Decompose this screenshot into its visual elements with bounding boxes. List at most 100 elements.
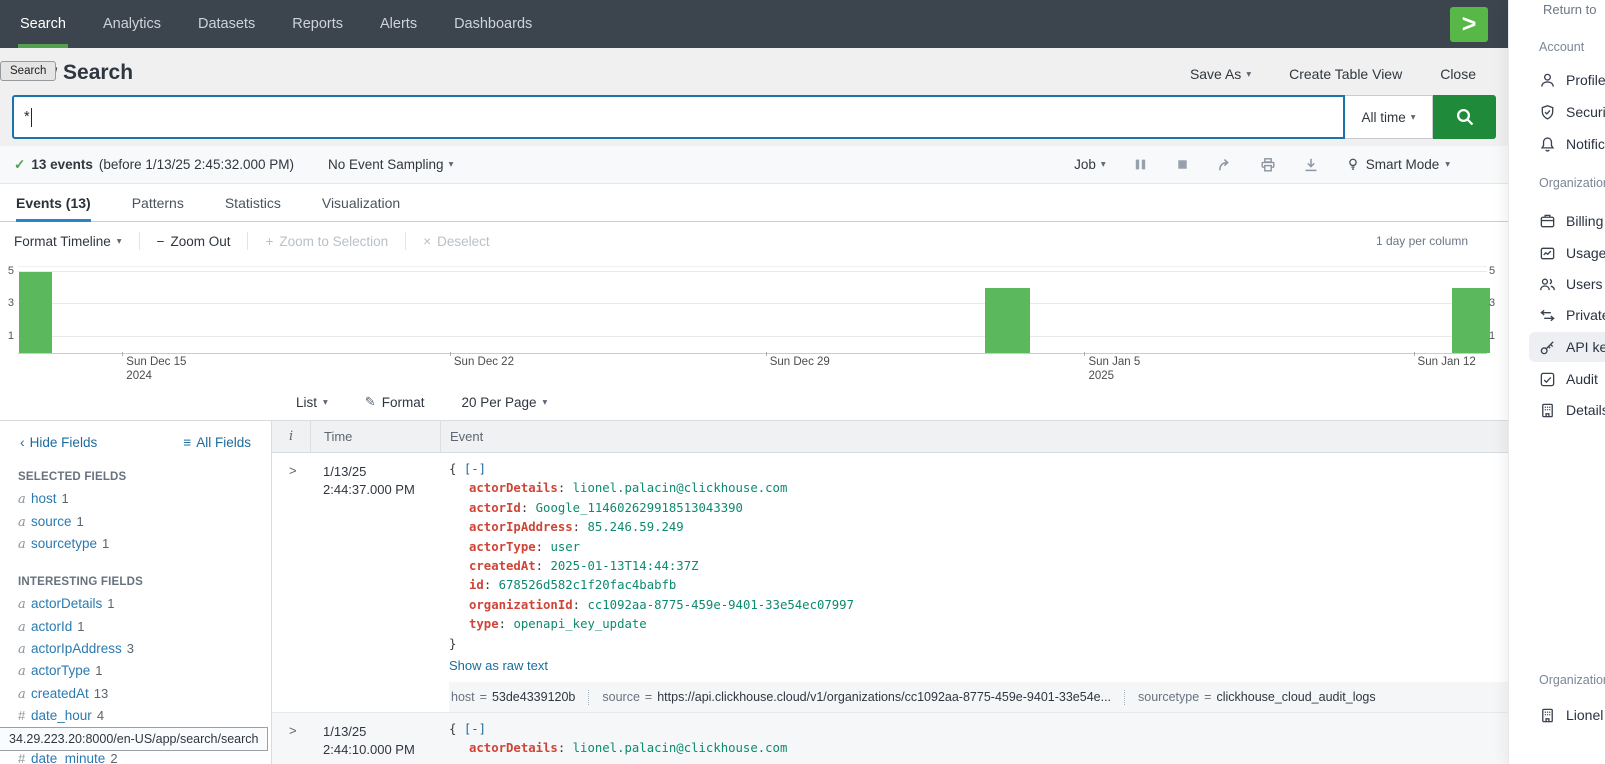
per-page-dropdown[interactable]: 20 Per Page▾ <box>461 395 547 410</box>
zoom-out-button[interactable]: −Zoom Out <box>140 234 248 249</box>
gridline <box>18 336 1487 337</box>
event-sampling-dropdown[interactable]: No Event Sampling▾ <box>328 157 453 172</box>
list-view-dropdown[interactable]: List▾ <box>296 395 328 410</box>
field-type-prefix: a <box>18 620 31 635</box>
save-as-button[interactable]: Save As▾ <box>1190 66 1251 82</box>
fields-sidebar-header: ‹ Hide Fields ≡ All Fields <box>0 421 271 450</box>
nav-item-dashboards[interactable]: Dashboards <box>452 0 534 48</box>
tab-visualization[interactable]: Visualization <box>322 184 400 221</box>
time-range-label: All time <box>1361 110 1405 125</box>
tab-statistics[interactable]: Statistics <box>225 184 281 221</box>
close-button[interactable]: Close <box>1440 66 1476 82</box>
caret-down-icon: ▾ <box>1411 112 1416 123</box>
job-status-left: ✓ 13 events (before 1/13/25 2:45:32.000 … <box>14 157 453 173</box>
json-field-row: actorId: Google_114602629918513043390 <box>449 499 1508 518</box>
events-table-header: i Time Event <box>272 421 1508 453</box>
collapse-json-link[interactable]: [-] <box>464 722 486 736</box>
deselect-button[interactable]: ×Deselect <box>406 234 506 249</box>
json-field-row: actorType: user <box>449 538 1508 557</box>
header-actions: Save As▾ Create Table View Close <box>1190 61 1476 82</box>
time-range-picker[interactable]: All time ▾ <box>1345 95 1433 139</box>
nav-item-search[interactable]: Search <box>18 0 68 48</box>
field-item-date_hour[interactable]: #date_hour4 <box>0 705 271 726</box>
timeline-bar[interactable] <box>1452 288 1490 353</box>
print-button[interactable] <box>1260 157 1276 173</box>
show-raw-text-link[interactable]: Show as raw text <box>449 658 548 673</box>
field-item-actorId[interactable]: aactorId1 <box>0 616 271 638</box>
menu-item-profile[interactable]: Profile <box>1529 65 1605 95</box>
menu-item-billing[interactable]: Billing <box>1529 206 1605 236</box>
nav-item-datasets[interactable]: Datasets <box>196 0 257 48</box>
divider <box>588 690 589 705</box>
app-logo[interactable]: > <box>1450 7 1488 42</box>
menu-item-details[interactable]: Details <box>1529 395 1605 425</box>
x-axis-label: Sun Jan 12 <box>1418 356 1476 370</box>
field-item-source[interactable]: asource1 <box>0 510 271 532</box>
all-fields-button[interactable]: ≡ All Fields <box>183 434 251 450</box>
timeline-bar[interactable] <box>19 272 51 353</box>
search-query-input[interactable]: * <box>12 95 1345 139</box>
smart-mode-dropdown[interactable]: Smart Mode ▾ <box>1346 157 1450 172</box>
menu-item-security[interactable]: Security <box>1529 97 1605 127</box>
pause-button[interactable] <box>1133 157 1148 172</box>
pause-icon <box>1133 157 1148 172</box>
field-type-prefix: a <box>18 664 31 679</box>
y-axis-label: 5 <box>1489 265 1503 277</box>
nav-item-analytics[interactable]: Analytics <box>101 0 163 48</box>
nav-item-reports[interactable]: Reports <box>290 0 345 48</box>
field-item-actorDetails[interactable]: aactorDetails1 <box>0 593 271 615</box>
timeline-plot[interactable] <box>18 266 1487 354</box>
event-row: > 1/13/25 2:44:37.000 PM { [-] actorDeta… <box>272 453 1508 712</box>
job-status-right: Job▾ Smart Mode ▾ <box>1046 157 1450 173</box>
menu-item-usage[interactable]: Usage <box>1529 238 1605 268</box>
field-item-createdAt[interactable]: acreatedAt13 <box>0 683 271 705</box>
menu-item-api-keys[interactable]: API keys <box>1529 332 1605 362</box>
field-type-prefix: a <box>18 642 31 657</box>
job-dropdown[interactable]: Job▾ <box>1074 157 1106 172</box>
event-sourcetype-field[interactable]: sourcetype=clickhouse_cloud_audit_logs <box>1138 690 1376 704</box>
event-source-field[interactable]: source=https://api.clickhouse.cloud/v1/o… <box>602 690 1111 704</box>
bell-icon <box>1539 136 1556 153</box>
stop-icon <box>1175 157 1190 172</box>
field-type-prefix: # <box>18 708 31 723</box>
list-icon: ≡ <box>183 435 191 450</box>
collapse-json-link[interactable]: [-] <box>464 462 486 476</box>
hide-fields-button[interactable]: ‹ Hide Fields <box>20 434 97 450</box>
menu-item-notifications[interactable]: Notifications <box>1529 129 1605 159</box>
event-expander[interactable]: > <box>272 453 310 712</box>
y-axis-label: 3 <box>1489 297 1503 309</box>
tab-patterns[interactable]: Patterns <box>132 184 184 221</box>
x-icon: × <box>423 234 431 249</box>
nav-item-alerts[interactable]: Alerts <box>378 0 419 48</box>
x-axis-tick <box>1084 352 1085 356</box>
return-to-link[interactable]: Return to <box>1543 2 1596 17</box>
field-item-actorType[interactable]: aactorType1 <box>0 660 271 682</box>
menu-item-audit[interactable]: Audit <box>1529 364 1605 394</box>
stop-button[interactable] <box>1175 157 1190 172</box>
event-host-field[interactable]: host=53de4339120b <box>449 690 575 704</box>
menu-item-organization-lionel[interactable]: Lionel <box>1529 700 1605 730</box>
gridline <box>18 271 1487 272</box>
create-table-view-button[interactable]: Create Table View <box>1289 66 1402 82</box>
tab-events[interactable]: Events (13) <box>16 184 91 221</box>
menu-item-private[interactable]: Private <box>1529 300 1605 330</box>
field-item-actorIpAddress[interactable]: aactorIpAddress3 <box>0 638 271 660</box>
zoom-to-selection-button[interactable]: +Zoom to Selection <box>248 234 405 249</box>
organization-section-title: Organization <box>1539 176 1605 190</box>
search-query-text: * <box>24 109 30 125</box>
field-item-host[interactable]: ahost1 <box>0 488 271 510</box>
format-button[interactable]: ✎Format <box>365 394 425 410</box>
event-expander[interactable]: > <box>272 713 310 764</box>
browser-status-bar: 34.29.223.20:8000/en-US/app/search/searc… <box>0 727 268 751</box>
share-button[interactable] <box>1217 157 1233 173</box>
field-item-sourcetype[interactable]: asourcetype1 <box>0 533 271 555</box>
field-type-prefix: a <box>18 515 31 530</box>
event-timestamp: 1/13/25 2:44:37.000 PM <box>310 453 440 712</box>
export-button[interactable] <box>1303 157 1319 173</box>
organization-footer-title: Organization <box>1539 673 1605 687</box>
menu-item-users[interactable]: Users <box>1529 269 1605 299</box>
format-timeline-dropdown[interactable]: Format Timeline▾ <box>14 234 139 249</box>
search-submit-button[interactable] <box>1433 95 1496 139</box>
interesting-fields-title: INTERESTING FIELDS <box>18 576 271 588</box>
timeline-bar[interactable] <box>985 288 1031 353</box>
